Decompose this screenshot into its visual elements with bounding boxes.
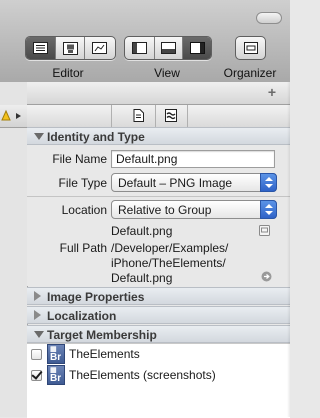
assistant-editor-button[interactable]	[55, 37, 84, 59]
location-file-name: Default.png	[111, 224, 173, 238]
location-value: Relative to Group	[118, 203, 212, 217]
choose-file-icon[interactable]	[259, 225, 270, 236]
target-membership-list: ▦ Br TheElements ▦ Br TheElements (screens…	[27, 343, 290, 418]
image-properties-header[interactable]: Image Properties	[27, 287, 290, 305]
tab-divider	[111, 105, 112, 127]
window-edge	[287, 82, 290, 417]
utilities-area-icon	[189, 42, 205, 54]
target-name: TheElements	[69, 347, 140, 361]
section-title: Target Membership	[47, 328, 157, 342]
version-editor-icon	[91, 42, 107, 54]
inspector-top-bar: +	[27, 82, 290, 105]
standard-editor-button[interactable]	[26, 37, 55, 59]
tab-divider	[187, 105, 188, 127]
popup-arrows-icon	[260, 173, 277, 192]
file-name-label: File Name	[52, 152, 107, 166]
editor-area-edge	[0, 82, 28, 417]
view-segmented-control	[124, 36, 212, 60]
file-inspector-icon	[133, 109, 144, 122]
organizer-icon	[243, 42, 258, 54]
target-row[interactable]: ▦ Br TheElements	[27, 344, 290, 366]
utilities-toggle-button[interactable]	[182, 37, 211, 59]
popup-arrows-icon	[260, 200, 277, 219]
debug-area-toggle-button[interactable]	[153, 37, 183, 59]
jump-bar-edge	[0, 105, 27, 128]
target-row[interactable]: ▦ Br TheElements (screenshots)	[27, 365, 290, 387]
version-editor-button[interactable]	[84, 37, 113, 59]
disclosure-expanded-icon	[34, 133, 44, 140]
location-row: Location Relative to Group	[27, 200, 290, 219]
disclosure-expanded-icon	[34, 331, 44, 338]
editor-segmented-control	[25, 36, 116, 60]
section-title: Identity and Type	[47, 130, 145, 144]
full-path-line: iPhone/TheElements/	[111, 256, 226, 270]
window-toolbar: Editor View Organizer	[0, 0, 290, 83]
view-label: View	[154, 66, 180, 80]
file-type-label: File Type	[58, 176, 107, 190]
quick-help-icon	[165, 109, 177, 122]
file-type-popup[interactable]: Default – PNG Image	[111, 173, 277, 192]
location-popup[interactable]: Relative to Group	[111, 200, 277, 219]
section-divider	[27, 196, 290, 197]
toolbar-toggle-button[interactable]	[256, 12, 282, 24]
target-checkbox[interactable]	[31, 370, 42, 381]
debug-area-icon	[160, 42, 176, 54]
file-type-value: Default – PNG Image	[118, 176, 233, 190]
section-title: Image Properties	[47, 290, 145, 304]
file-type-row: File Type Default – PNG Image	[27, 173, 290, 192]
identity-section-body: File Name Default.png File Type Default …	[27, 145, 290, 286]
disclosure-collapsed-icon	[34, 291, 41, 301]
full-path-label: Full Path	[59, 241, 107, 255]
file-name-field[interactable]: Default.png	[111, 150, 275, 168]
navigator-toggle-button[interactable]	[125, 37, 154, 59]
section-title: Localization	[47, 309, 117, 323]
full-path-line: /Developer/Examples/	[111, 241, 229, 255]
app-target-icon: ▦ Br	[47, 344, 65, 364]
standard-editor-icon	[33, 42, 48, 54]
reveal-in-finder-icon[interactable]	[261, 271, 272, 282]
tab-divider	[155, 105, 156, 127]
disclosure-collapsed-icon	[34, 310, 41, 320]
file-inspector-tab[interactable]	[131, 108, 145, 123]
target-name: TheElements (screenshots)	[69, 368, 216, 382]
file-name-row: File Name Default.png	[27, 150, 290, 168]
assistant-editor-icon	[62, 41, 78, 55]
location-label: Location	[61, 203, 107, 217]
localization-header[interactable]: Localization	[27, 306, 290, 324]
navigator-area-icon	[131, 42, 147, 54]
full-path-line: Default.png	[111, 271, 173, 285]
app-target-icon: ▦ Br	[47, 365, 65, 385]
editor-label: Editor	[52, 66, 84, 80]
inspector-tab-bar	[27, 105, 290, 128]
organizer-label: Organizer	[223, 66, 277, 80]
identity-and-type-header[interactable]: Identity and Type	[27, 127, 290, 145]
utilities-inspector: + Identity and Type File Name Default.pn…	[27, 82, 290, 418]
quick-help-tab[interactable]	[164, 108, 178, 123]
target-membership-header[interactable]: Target Membership	[27, 325, 290, 343]
organizer-button[interactable]	[235, 36, 266, 60]
warning-icon	[1, 109, 21, 121]
target-checkbox[interactable]	[31, 349, 42, 360]
add-icon[interactable]: +	[268, 84, 276, 100]
